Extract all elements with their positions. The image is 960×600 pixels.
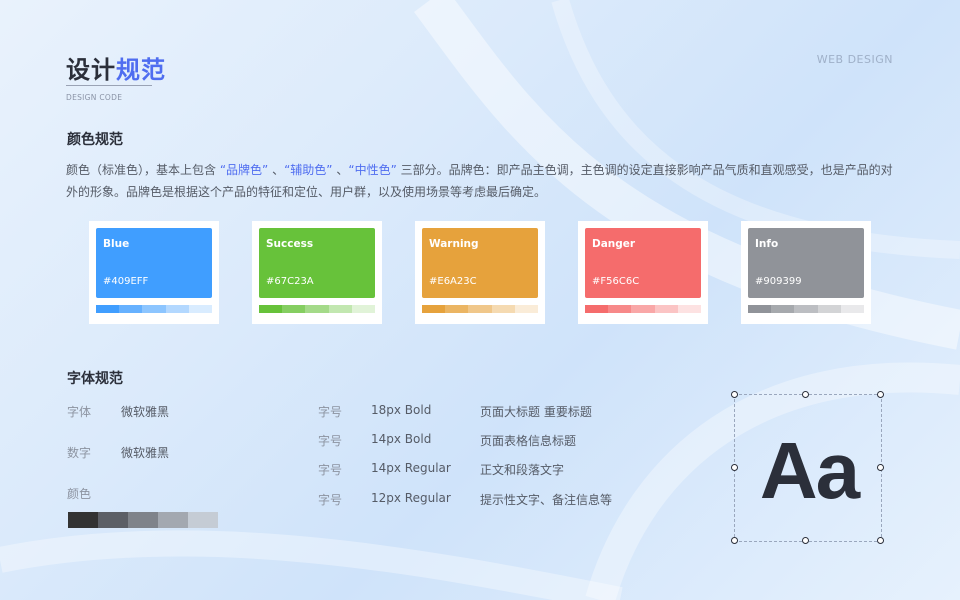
resize-handle-bottom-right[interactable] (877, 537, 884, 544)
color-card-info: Info #909399 (741, 221, 871, 324)
auxiliary-color-highlight: “辅助色” (284, 163, 333, 177)
size-usage: 正文和段落文字 (480, 463, 565, 477)
gray-swatch (158, 512, 188, 528)
title-underline (66, 85, 152, 86)
tint-swatch (282, 305, 306, 313)
font-sample-text: Aa (759, 426, 860, 515)
color-tints (96, 305, 213, 313)
neutral-color-highlight: “中性色” (348, 163, 397, 177)
tint-swatch (165, 305, 189, 313)
color-hex: #909399 (755, 276, 802, 287)
page-title: 设计规范 (66, 50, 166, 85)
size-value: 12px Regular (371, 491, 451, 505)
desc-sep-1: 、 (268, 163, 285, 177)
tint-swatch (445, 305, 469, 313)
resize-handle-right[interactable] (877, 464, 884, 471)
size-usage: 提示性文字、备注信息等 (480, 493, 613, 507)
color-label: 颜色 (67, 487, 92, 501)
tint-swatch (351, 305, 376, 313)
color-swatch: Warning #E6A23C (422, 228, 538, 298)
color-tints (259, 305, 376, 313)
color-name: Success (266, 238, 314, 250)
size-usage: 页面表格信息标题 (480, 434, 577, 448)
color-tints (585, 305, 702, 313)
color-tints (748, 305, 865, 313)
color-tints (422, 305, 539, 313)
color-name: Blue (103, 238, 130, 250)
gray-swatch (188, 512, 218, 528)
size-label: 字号 (318, 463, 343, 477)
tint-swatch (794, 305, 818, 313)
resize-handle-left[interactable] (731, 464, 738, 471)
tint-swatch (259, 305, 283, 313)
color-hex: #E6A23C (429, 276, 477, 287)
tint-swatch (608, 305, 632, 313)
font-label: 字体 (67, 405, 92, 419)
color-description: 颜色（标准色），基本上包含 “品牌色” 、“辅助色” 、“中性色” 三部分。品牌… (66, 159, 896, 203)
color-card-success: Success #67C23A (252, 221, 382, 324)
color-section-title: 颜色规范 (67, 132, 123, 148)
tint-swatch (748, 305, 772, 313)
resize-handle-bottom[interactable] (802, 537, 809, 544)
size-label: 字号 (318, 405, 343, 419)
tint-swatch (817, 305, 841, 313)
tint-swatch (96, 305, 120, 313)
resize-handle-top-left[interactable] (731, 391, 738, 398)
tint-swatch (119, 305, 143, 313)
tint-swatch (188, 305, 213, 313)
gray-swatch (98, 512, 128, 528)
corner-label: WEB DESIGN (816, 53, 893, 66)
size-usage: 页面大标题 重要标题 (480, 405, 592, 419)
size-label: 字号 (318, 493, 343, 507)
tint-swatch (491, 305, 515, 313)
tint-swatch (305, 305, 329, 313)
tint-swatch (771, 305, 795, 313)
desc-text-1: 颜色（标准色），基本上包含 (66, 163, 220, 177)
resize-handle-top-right[interactable] (877, 391, 884, 398)
size-value: 14px Bold (371, 432, 432, 446)
tint-swatch (514, 305, 539, 313)
gray-scale (68, 512, 218, 528)
color-name: Warning (429, 238, 479, 250)
font-sample-box[interactable]: Aa (731, 391, 884, 544)
desc-sep-2: 、 (332, 163, 349, 177)
tint-swatch (468, 305, 492, 313)
tint-swatch (328, 305, 352, 313)
tint-swatch (677, 305, 702, 313)
font-value: 微软雅黑 (121, 405, 170, 419)
resize-handle-top[interactable] (802, 391, 809, 398)
color-name: Info (755, 238, 779, 250)
gray-swatch (68, 512, 98, 528)
tint-swatch (422, 305, 446, 313)
font-section-title: 字体规范 (67, 371, 123, 387)
tint-swatch (631, 305, 655, 313)
color-card-blue: Blue #409EFF (89, 221, 219, 324)
tint-swatch (585, 305, 609, 313)
color-swatch: Blue #409EFF (96, 228, 212, 298)
tint-swatch (142, 305, 166, 313)
color-hex: #F56C6C (592, 276, 640, 287)
title-part1: 设计 (66, 56, 116, 84)
size-value: 18px Bold (371, 403, 432, 417)
size-value: 14px Regular (371, 461, 451, 475)
size-label: 字号 (318, 434, 343, 448)
tint-swatch (840, 305, 865, 313)
color-name: Danger (592, 238, 636, 250)
color-card-warning: Warning #E6A23C (415, 221, 545, 324)
color-swatch: Info #909399 (748, 228, 864, 298)
color-card-danger: Danger #F56C6C (578, 221, 708, 324)
resize-handle-bottom-left[interactable] (731, 537, 738, 544)
color-swatch: Danger #F56C6C (585, 228, 701, 298)
number-value: 微软雅黑 (121, 446, 170, 460)
gray-swatch (128, 512, 158, 528)
color-swatch: Success #67C23A (259, 228, 375, 298)
number-label: 数字 (67, 446, 92, 460)
color-hex: #409EFF (103, 276, 149, 287)
color-hex: #67C23A (266, 276, 314, 287)
title-part2: 规范 (116, 56, 166, 84)
tint-swatch (654, 305, 678, 313)
brand-color-highlight: “品牌色” (219, 163, 269, 177)
page-subtitle: DESIGN CODE (66, 93, 123, 102)
